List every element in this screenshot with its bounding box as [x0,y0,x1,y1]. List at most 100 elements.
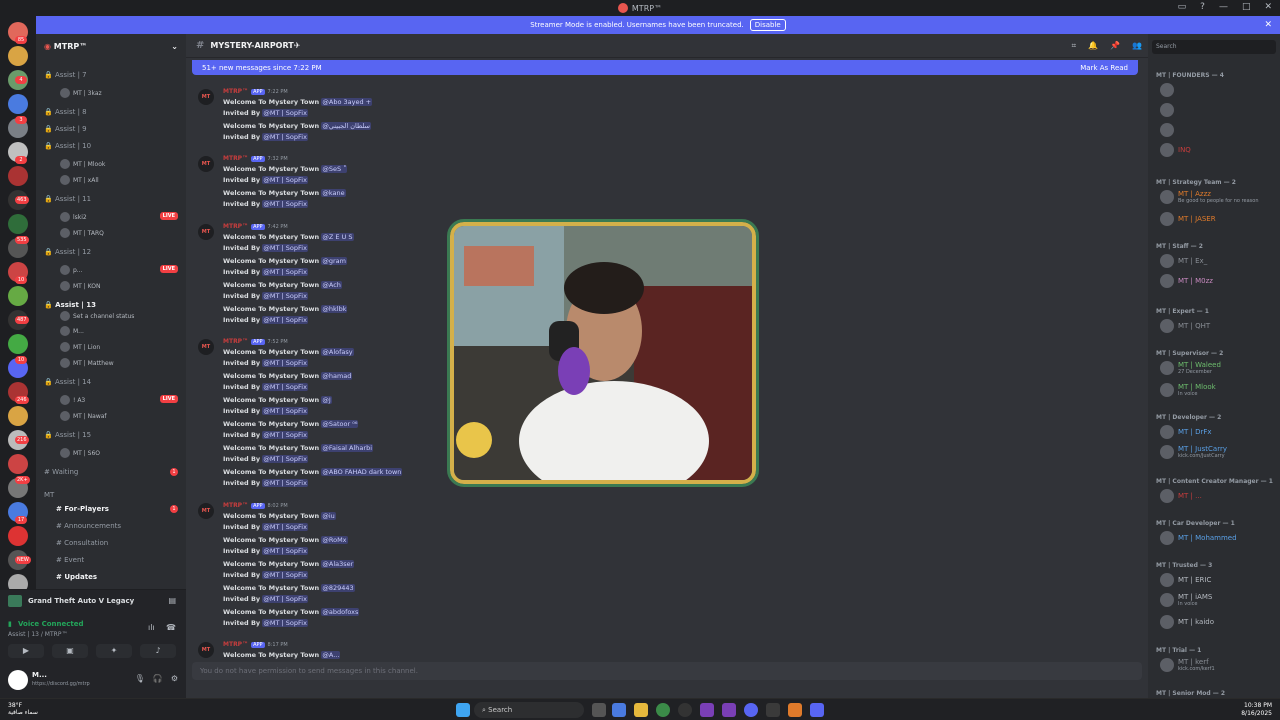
search-input[interactable]: Search [1152,40,1276,54]
camera-button[interactable]: ▶ [8,644,44,658]
discord-taskbar-icon[interactable] [744,703,758,717]
notifications-icon[interactable]: 🔔 [1088,41,1098,51]
user-mention[interactable]: @Abo 3ayed + [321,98,373,106]
chrome-icon[interactable] [656,703,670,717]
start-button-icon[interactable] [456,703,470,717]
user-mention[interactable]: @829443 [321,584,355,592]
inviter-mention[interactable]: @MT | SopFix [262,479,308,487]
file-explorer-icon[interactable] [634,703,648,717]
soundboard-button[interactable]: ♪ [140,644,176,658]
inviter-mention[interactable]: @MT | SopFix [262,431,308,439]
voice-user[interactable]: M... [60,326,84,336]
user-mention[interactable]: @SeS ˚ [321,165,348,173]
user-mention[interactable]: @Z E U S [321,233,354,241]
avatar[interactable] [8,670,28,690]
inviter-mention[interactable]: @MT | SopFix [262,316,308,324]
inviter-mention[interactable]: @MT | SopFix [262,268,308,276]
inviter-mention[interactable]: @MT | SopFix [262,383,308,391]
voice-user[interactable]: p... [60,265,83,275]
user-mention[interactable]: @A... [321,651,341,659]
inviter-mention[interactable]: @MT | SopFix [262,200,308,208]
voice-user[interactable]: MT | xAll [60,175,99,185]
bot-name[interactable]: MTRP™ [223,641,248,648]
noise-suppression-icon[interactable]: ılı [148,623,155,632]
member-item[interactable]: MT | Mohammed [1160,531,1237,545]
inviter-mention[interactable]: @MT | SopFix [262,547,308,555]
taskbar-search[interactable]: ⌕ Search [474,702,584,718]
bot-avatar[interactable]: MT [198,503,214,519]
new-messages-bar[interactable]: 51+ new messages since 7:22 PM Mark As R… [192,60,1138,75]
voice-channel-6[interactable]: 🔒 Assist | 12 [44,248,91,256]
help-icon[interactable]: ? [1200,2,1205,12]
copilot-icon[interactable] [612,703,626,717]
voice-channel[interactable]: Assist | 13 / MTRP™ [8,631,67,638]
bot-name[interactable]: MTRP™ [223,88,248,95]
bot-name[interactable]: MTRP™ [223,155,248,162]
voice-user[interactable]: MT | Mlook [60,159,105,169]
server-icon[interactable] [8,526,28,546]
inviter-mention[interactable]: @MT | SopFix [262,176,308,184]
member-item[interactable] [1160,83,1178,97]
headphones-icon[interactable]: 🎧 [153,674,163,683]
member-item[interactable] [1160,103,1178,117]
member-item[interactable] [1160,123,1178,137]
server-icon[interactable] [8,334,28,354]
voice-channel-3[interactable]: 🔒 Assist | 9 [44,125,87,133]
voice-user[interactable]: MT | Matthew [60,358,114,368]
voice-user[interactable]: ! A3 [60,395,85,405]
user-mention[interactable]: @hamad [321,372,353,380]
user-mention[interactable]: @Faisal Alharbi [321,444,374,452]
user-mention[interactable]: @hklbk [321,305,348,313]
member-item[interactable]: MT | iAMS In voice [1160,593,1212,607]
bot-avatar[interactable]: MT [198,339,214,355]
user-mention[interactable]: @kane [321,189,346,197]
inviter-mention[interactable]: @MT | SopFix [262,571,308,579]
member-item[interactable]: MT | ... [1160,489,1202,503]
settings-gear-icon[interactable]: ⚙ [171,674,178,683]
activity-menu-icon[interactable]: ▤ [168,596,176,605]
voice-user[interactable]: MT | KON [60,281,101,291]
activities-button[interactable]: ✦ [96,644,132,658]
member-item[interactable]: MT | Ex_ [1160,254,1207,268]
member-item[interactable]: MT | M0zz [1160,274,1213,288]
user-mention[interactable]: @iu [321,512,336,520]
user-mention[interactable]: @Ala3ser [321,560,355,568]
mark-as-read-button[interactable]: Mark As Read [1080,64,1128,72]
member-item[interactable]: MT | ERIC [1160,573,1211,587]
member-item[interactable]: MT | QHT [1160,319,1210,333]
voice-channel-2[interactable]: 🔒 Assist | 8 [44,108,87,116]
chevron-down-icon[interactable]: ⌄ [171,42,178,51]
voice-user[interactable]: MT | Lion [60,342,100,352]
bot-avatar[interactable]: MT [198,224,214,240]
voice-channel-4[interactable]: 🔒 Assist | 10 [44,142,91,150]
voice-user[interactable]: MT | S6O [60,448,100,458]
member-item[interactable]: MT | Mlook In voice [1160,383,1216,397]
app-icon-1[interactable] [700,703,714,717]
inviter-mention[interactable]: @MT | SopFix [262,407,308,415]
server-icon[interactable] [8,286,28,306]
bot-avatar[interactable]: MT [198,642,214,658]
close-window-button[interactable]: ✕ [1264,2,1272,12]
server-icon[interactable] [8,94,28,114]
bot-name[interactable]: MTRP™ [223,502,248,509]
voice-user[interactable]: MT | TARQ [60,228,104,238]
member-item[interactable]: MT | DrFx [1160,425,1212,439]
voice-channel-9[interactable]: 🔒 Assist | 15 [44,431,91,439]
app-icon-4[interactable] [788,703,802,717]
inviter-mention[interactable]: @MT | SopFix [262,359,308,367]
member-item[interactable]: MT | JASER [1160,212,1216,226]
channel-6[interactable]: # Updates [56,573,97,581]
inviter-mention[interactable]: @MT | SopFix [262,455,308,463]
inviter-mention[interactable]: @MT | SopFix [262,523,308,531]
server-icon[interactable] [8,454,28,474]
voice-user[interactable]: lski2 [60,212,87,222]
pin-icon[interactable]: 📌 [1110,41,1120,51]
server-icon[interactable] [8,46,28,66]
inviter-mention[interactable]: @MT | SopFix [262,292,308,300]
channel-0[interactable]: # Waiting [44,468,78,476]
app-icon-5[interactable] [810,703,824,717]
member-item[interactable]: MT | JustCarry kick.com/JustCarry [1160,445,1227,459]
app-icon-2[interactable] [722,703,736,717]
server-icon[interactable] [8,214,28,234]
channel-2[interactable]: # For-Players [56,505,109,513]
